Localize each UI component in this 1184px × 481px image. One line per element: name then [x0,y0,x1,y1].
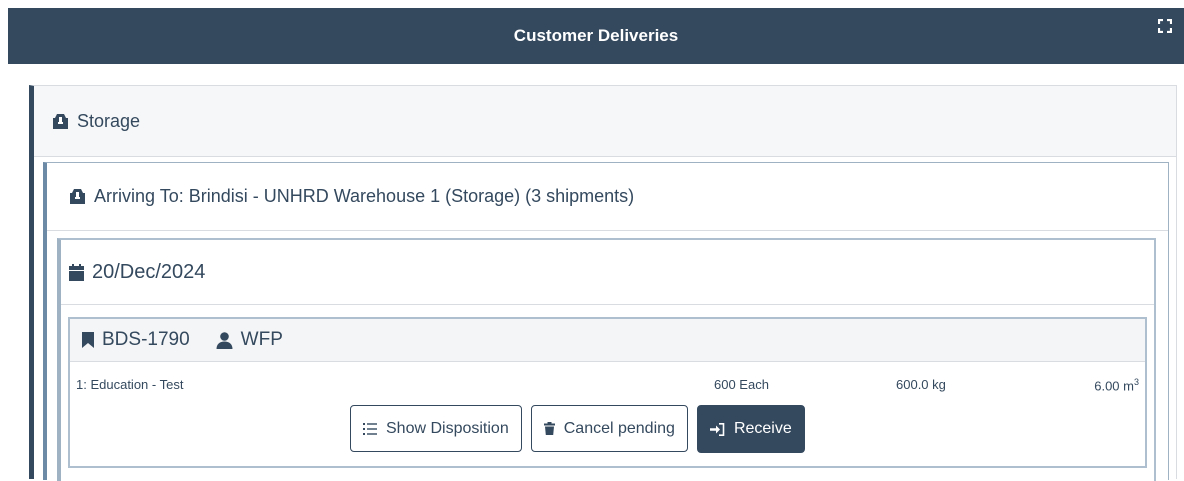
app-header: Customer Deliveries [8,8,1184,64]
shipment-actions: Show Disposition Cancel pending Receive [350,405,805,453]
line-description: 1: Education - Test [76,377,184,392]
date-group-panel: 20/Dec/2024 BDS-1790 WFP 1: Education - … [57,238,1156,481]
shipment-id: BDS-1790 [102,329,190,350]
date-group-header[interactable]: 20/Dec/2024 [61,240,1154,305]
user-icon [216,331,233,349]
box-icon [69,188,86,205]
expand-icon[interactable] [1158,19,1172,33]
line-weight: 600.0 kg [896,377,946,392]
receive-button[interactable]: Receive [696,405,805,453]
sign-in-icon [709,422,725,436]
shipment-line: 1: Education - Test 600 Each 600.0 kg 6.… [70,362,1145,394]
delivery-date: 20/Dec/2024 [92,260,206,283]
destination-panel: Arriving To: Brindisi - UNHRD Warehouse … [43,162,1169,481]
bookmark-icon [82,332,94,348]
shipment-card: BDS-1790 WFP 1: Education - Test 600 Eac… [68,317,1147,468]
show-disposition-button[interactable]: Show Disposition [350,405,522,452]
destination-label: Arriving To: Brindisi - UNHRD Warehouse … [94,186,635,206]
shipment-header[interactable]: BDS-1790 WFP [70,319,1145,362]
storage-panel-header[interactable]: Storage [34,86,1176,157]
line-quantity: 600 Each [714,377,769,392]
page-title: Customer Deliveries [513,26,679,45]
box-icon [52,113,69,130]
customer-name: WFP [240,329,283,350]
list-icon [363,422,377,435]
destination-panel-header[interactable]: Arriving To: Brindisi - UNHRD Warehouse … [47,163,1168,231]
cancel-pending-button[interactable]: Cancel pending [530,405,688,452]
trash-icon [543,422,555,435]
storage-label: Storage [77,110,141,131]
line-volume: 6.00 m3 [1094,377,1139,394]
calendar-icon [69,263,84,281]
storage-panel: Storage Arriving To: Brindisi - UNHRD Wa… [29,85,1177,481]
